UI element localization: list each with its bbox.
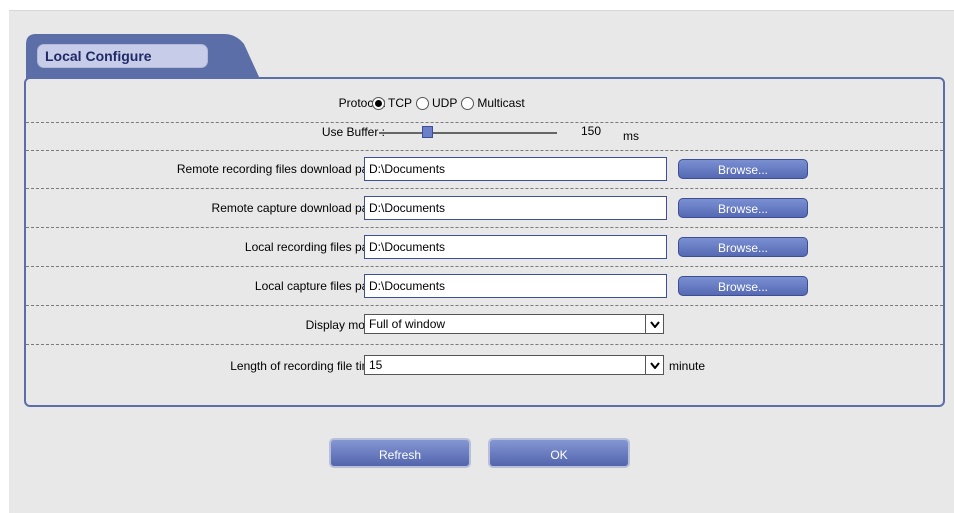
record-length-label: Length of recording file time : <box>230 359 385 373</box>
buffer-slider[interactable] <box>379 126 557 138</box>
remote-capture-path-row: Remote capture download path : D:\Docume… <box>26 189 943 228</box>
tab-local-configure[interactable]: Local Configure <box>37 44 208 68</box>
display-mode-value: Full of window <box>369 317 446 331</box>
display-mode-row: Display mode : Full of window <box>26 306 943 345</box>
protocol-multicast-radio[interactable]: Multicast <box>461 84 525 122</box>
remote-recording-path-label: Remote recording files download path : <box>176 162 385 176</box>
record-length-select[interactable]: 15 <box>364 355 664 375</box>
remote-capture-path-input[interactable]: D:\Documents <box>364 196 667 220</box>
protocol-udp-radio[interactable]: UDP <box>416 84 457 122</box>
buffer-row: Use Buffer : 150 ms <box>26 122 943 151</box>
slider-thumb[interactable] <box>422 126 433 138</box>
remote-capture-path-label: Remote capture download path : <box>211 201 385 215</box>
local-recording-path-input[interactable]: D:\Documents <box>364 235 667 259</box>
remote-capture-browse-button[interactable]: Browse... <box>678 198 808 218</box>
remote-recording-browse-button[interactable]: Browse... <box>678 159 808 179</box>
local-recording-browse-button[interactable]: Browse... <box>678 237 808 257</box>
radio-empty-icon <box>461 96 475 110</box>
local-capture-path-row: Local capture files path : D:\Documents … <box>26 267 943 306</box>
remote-recording-path-input[interactable]: D:\Documents <box>364 157 667 181</box>
record-length-row: Length of recording file time : 15 minut… <box>26 347 943 385</box>
chevron-down-icon[interactable] <box>645 315 663 333</box>
protocol-row: Protocol: TCP UDP Multicast <box>26 84 943 123</box>
display-mode-select[interactable]: Full of window <box>364 314 664 334</box>
ok-button[interactable]: OK <box>488 438 630 468</box>
protocol-radio-group: TCP UDP Multicast <box>372 84 529 122</box>
remote-recording-path-row: Remote recording files download path : D… <box>26 150 943 189</box>
radio-selected-icon <box>372 96 385 110</box>
local-capture-path-input[interactable]: D:\Documents <box>364 274 667 298</box>
chevron-down-icon[interactable] <box>645 356 663 374</box>
record-length-value: 15 <box>369 358 383 372</box>
protocol-udp-label: UDP <box>432 96 458 110</box>
radio-empty-icon <box>416 96 429 110</box>
local-recording-path-row: Local recording files path : D:\Document… <box>26 228 943 267</box>
buffer-unit: ms <box>623 129 639 143</box>
refresh-button[interactable]: Refresh <box>329 438 471 468</box>
protocol-tcp-radio[interactable]: TCP <box>372 84 412 122</box>
slider-track <box>379 132 557 134</box>
local-capture-browse-button[interactable]: Browse... <box>678 276 808 296</box>
buffer-label: Use Buffer : <box>321 125 385 139</box>
record-length-unit: minute <box>669 359 706 373</box>
buffer-value: 150 <box>581 124 602 138</box>
protocol-multicast-label: Multicast <box>477 96 525 110</box>
protocol-tcp-label: TCP <box>388 96 412 110</box>
